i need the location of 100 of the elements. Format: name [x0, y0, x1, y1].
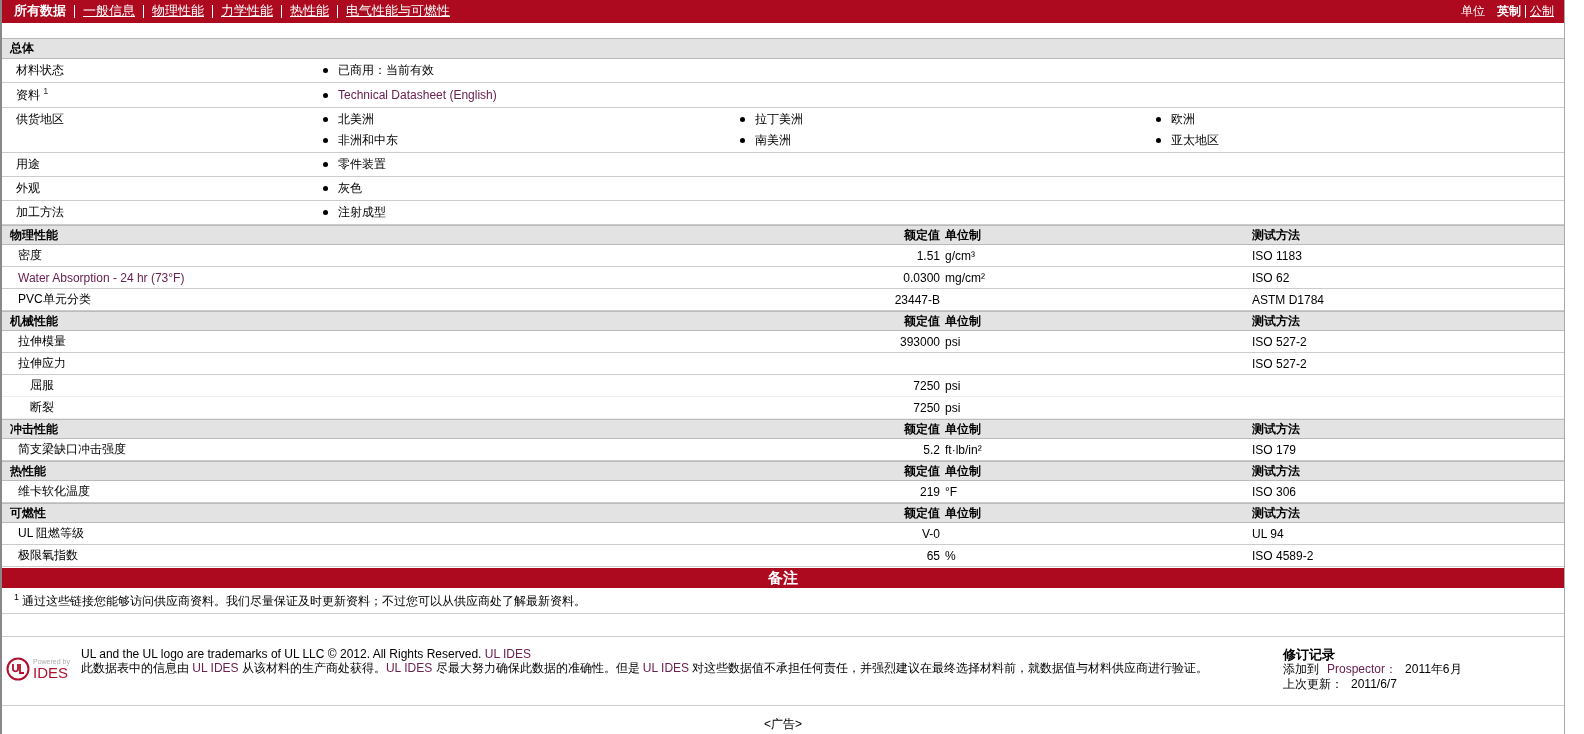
updated-date: 2011/6/7 [1351, 677, 1397, 692]
updated-label: 上次更新： [1283, 677, 1343, 692]
column-header: 测试方法 [1252, 420, 1301, 438]
property-label: 拉伸应力 [18, 356, 66, 370]
value-text: 7250 [913, 400, 940, 415]
unit-text: psi [945, 334, 961, 349]
nav-tab[interactable]: 一般信息 [74, 5, 143, 18]
ul-ides-link[interactable]: UL IDES [385, 661, 433, 675]
property-label: UL 阻燃等级 [18, 526, 85, 540]
column-header: 测试方法 [1252, 312, 1301, 330]
property-label: 断裂 [30, 400, 54, 414]
bullet-icon [323, 117, 328, 122]
nav-tab[interactable]: 电气性能与可燃性 [337, 5, 458, 18]
property-value: 已商用：当前有效 [338, 62, 434, 79]
test-method: ISO 527-2 [1252, 356, 1307, 371]
column-header: 测试方法 [1252, 226, 1301, 244]
units-label: 单位 [1461, 3, 1485, 20]
property-value: 拉丁美洲 [755, 111, 803, 128]
column-header: 单位制 [944, 226, 982, 244]
bullet-icon [1156, 117, 1161, 122]
property-label: 材料状态 [15, 62, 65, 79]
property-value: 注射成型 [338, 204, 386, 221]
section-title: 物理性能 [9, 226, 59, 244]
bullet-icon [740, 138, 745, 143]
section-title: 热性能 [9, 462, 47, 480]
unit-text: mg/cm² [945, 270, 985, 285]
column-header: 单位制 [944, 504, 982, 522]
property-value: 非洲和中东 [338, 132, 398, 149]
unit-option[interactable]: 公制 [1525, 5, 1558, 18]
nav-tab[interactable]: 力学性能 [212, 5, 281, 18]
datasheet-link[interactable]: Technical Datasheet (English) [338, 88, 497, 102]
test-method: ASTM D1784 [1252, 292, 1325, 307]
ul-ides-link[interactable]: UL IDES [642, 661, 690, 675]
column-header: 测试方法 [1252, 462, 1301, 480]
column-header: 测试方法 [1252, 504, 1301, 522]
property-label: 简支梁缺口冲击强度 [18, 442, 126, 456]
column-header: 额定值 [903, 462, 940, 480]
bullet-icon [323, 186, 328, 191]
test-method: UL 94 [1252, 526, 1284, 541]
added-date: 2011年6月 [1405, 662, 1462, 677]
column-header: 单位制 [944, 462, 982, 480]
section-title: 冲击性能 [9, 420, 59, 438]
value-text: 219 [919, 484, 940, 499]
revision-title: 修订记录 [1283, 647, 1336, 662]
section-title: 总体 [8, 40, 34, 57]
property-label: PVC单元分类 [18, 292, 91, 306]
bullet-icon [323, 92, 328, 98]
value-text: 7250 [913, 378, 940, 393]
test-method: ISO 1183 [1252, 248, 1302, 263]
unit-text: psi [945, 378, 961, 393]
bullet-icon [1156, 138, 1161, 143]
property-label: 供货地区 [15, 111, 65, 128]
unit-text: ft·lb/in² [945, 442, 982, 457]
column-header: 单位制 [944, 420, 982, 438]
column-header: 额定值 [903, 312, 940, 330]
ul-circle-icon [6, 657, 30, 681]
property-value: 亚太地区 [1171, 132, 1219, 149]
unit-option[interactable]: 英制 [1493, 5, 1525, 18]
column-header: 额定值 [903, 420, 940, 438]
value-text: 23447-B [894, 292, 940, 307]
property-label: 加工方法 [15, 204, 65, 221]
property-label: 拉伸模量 [18, 334, 66, 348]
trademark-text: UL and the UL logo are trademarks of UL LLC © 2012. All Rights Reserved. UL IDES [81, 647, 532, 661]
section-title: 机械性能 [9, 312, 59, 330]
value-text: 65 [926, 548, 940, 563]
property-value: 零件装置 [338, 156, 386, 173]
disclaimer-text: 此数据表中的信息由 UL IDES 从该材料的生产商处获得。UL IDES 尽最大努力确保此数据的准确性。但是 UL IDES 对这些数据值不承担任何责任，并强烈建议在最终选择材料前，就数据值与材料供应商进行验证。 [81, 661, 1210, 675]
test-method: ISO 306 [1252, 484, 1297, 499]
property-label: 屈服 [30, 378, 54, 392]
value-text: 5.2 [923, 442, 940, 457]
value-text: 393000 [899, 334, 940, 349]
prospector-link[interactable]: Prospector： [1327, 662, 1398, 677]
ul-ides-link[interactable]: UL IDES [192, 661, 239, 675]
footnote-text: $^{1}$ 通过这些链接您能够访问供应商资料。我们尽量保证及时更新资料；不过您可以从供应商处了解最新资料。 [14, 592, 588, 610]
property-label: 用途 [15, 156, 41, 173]
ad-label: <广告> [764, 717, 802, 731]
value-text: 0.0300 [903, 270, 940, 285]
bullet-icon [323, 162, 328, 167]
nav-tab[interactable]: 所有数据 [14, 5, 74, 18]
unit-text: psi [945, 400, 961, 415]
unit-text: g/cm³ [945, 248, 975, 263]
property-value: 灰色 [338, 180, 362, 197]
property-value: 北美洲 [338, 111, 374, 128]
nav-tab[interactable]: 热性能 [281, 5, 337, 18]
test-method: ISO 4589-2 [1252, 548, 1314, 563]
property-label[interactable]: Water Absorption - 24 hr (73°F) [18, 270, 185, 285]
section-title: 可燃性 [9, 504, 47, 522]
unit-text: % [945, 548, 956, 563]
ul-ides-link[interactable]: UL IDES [484, 647, 531, 661]
notes-title: 备注 [768, 569, 798, 586]
bullet-icon [323, 68, 328, 73]
unit-text: °F [945, 484, 958, 499]
property-value: 欧洲 [1171, 111, 1195, 128]
bullet-icon [323, 138, 328, 143]
bullet-icon [740, 117, 745, 122]
column-header: 单位制 [944, 312, 982, 330]
nav-tab[interactable]: 物理性能 [143, 5, 212, 18]
value-text: 1.51 [916, 248, 940, 263]
test-method: ISO 527-2 [1252, 334, 1307, 349]
property-value: 南美洲 [755, 132, 791, 149]
